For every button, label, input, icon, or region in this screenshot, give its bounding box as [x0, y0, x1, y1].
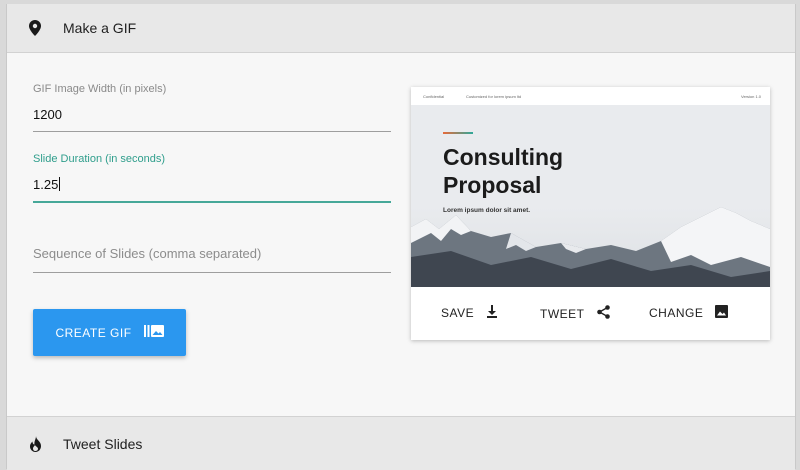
flame-icon	[25, 434, 45, 454]
slide-title-line2: Proposal	[443, 172, 542, 198]
mountain-landscape	[411, 207, 770, 287]
slide-duration-field[interactable]: Slide Duration (in seconds) 1.25	[33, 153, 391, 203]
slide-sequence-field[interactable]: Sequence of Slides (comma separated)	[33, 246, 391, 273]
slide-preview-image: Confidential Customized for lorem ipsum …	[411, 87, 770, 287]
footer-title: Tweet Slides	[63, 435, 143, 452]
gif-slides-icon	[143, 324, 164, 341]
download-icon	[486, 305, 498, 321]
slide-accent-bar	[443, 132, 473, 134]
tweet-label: TWEET	[540, 306, 585, 321]
slide-topbar-right: Version 1.0	[741, 94, 762, 99]
slide-duration-value-wrap[interactable]: 1.25	[33, 177, 391, 193]
slide-duration-label: Slide Duration (in seconds)	[33, 153, 166, 165]
create-gif-button[interactable]: CREATE GIF	[33, 309, 186, 356]
create-gif-label: CREATE GIF	[55, 325, 132, 340]
slide-topbar: Confidential Customized for lorem ipsum …	[411, 87, 770, 105]
card-actions: SAVE TWEET CHANGE	[411, 287, 770, 340]
gif-width-label: GIF Image Width (in pixels)	[33, 83, 167, 95]
change-button[interactable]: CHANGE	[649, 305, 729, 321]
gif-width-value[interactable]: 1200	[33, 107, 391, 123]
save-button[interactable]: SAVE	[441, 305, 498, 321]
slide-topbar-left: Confidential	[423, 94, 445, 99]
gif-width-underline	[33, 131, 391, 132]
save-label: SAVE	[441, 306, 475, 320]
tweet-slides-footer[interactable]: Tweet Slides	[7, 416, 795, 470]
slide-duration-value: 1.25	[33, 177, 59, 192]
slide-subtitle: Lorem ipsum dolor sit amet.	[443, 207, 531, 214]
header-title: Make a GIF	[63, 20, 137, 36]
slide-topbar-center: Customized for lorem ipsum ltd	[466, 94, 522, 99]
slide-sequence-underline	[33, 272, 391, 273]
slide-preview-card: Confidential Customized for lorem ipsum …	[411, 87, 770, 340]
slide-title: Consulting Proposal	[443, 143, 563, 199]
location-pin-icon	[25, 18, 45, 38]
image-icon	[715, 305, 729, 321]
tweet-button[interactable]: TWEET	[540, 305, 610, 322]
slide-title-line1: Consulting	[443, 144, 564, 170]
app-frame: Make a GIF GIF Image Width (in pixels) 1…	[6, 4, 796, 470]
change-label: CHANGE	[649, 306, 704, 320]
gif-width-field[interactable]: GIF Image Width (in pixels) 1200	[33, 83, 391, 132]
slide-sequence-placeholder: Sequence of Slides (comma separated)	[33, 246, 262, 261]
text-caret	[59, 177, 61, 191]
share-icon	[596, 305, 610, 322]
slide-duration-underline	[33, 201, 391, 203]
make-gif-header[interactable]: Make a GIF	[7, 4, 795, 53]
